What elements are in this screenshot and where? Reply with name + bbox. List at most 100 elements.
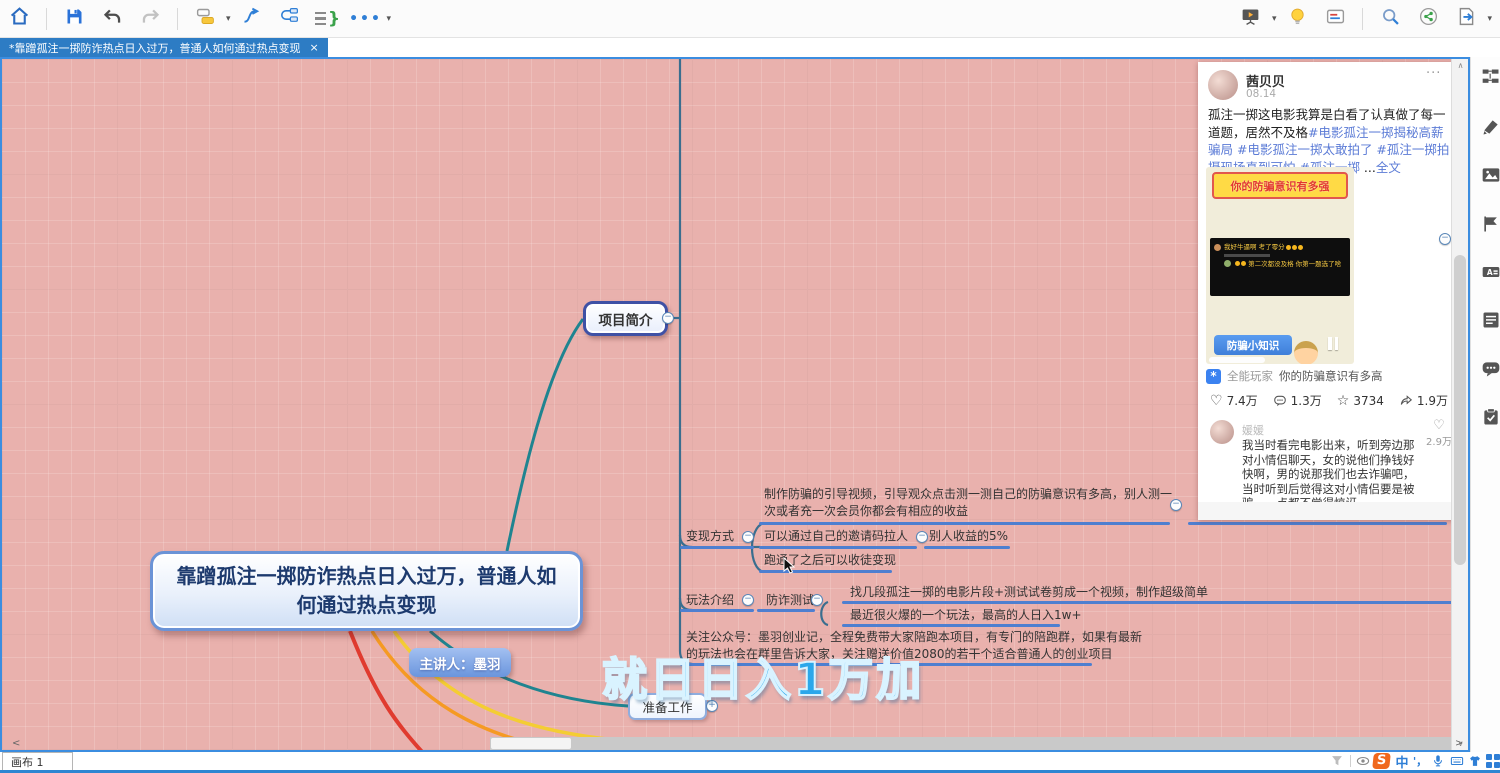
top-toolbar: ▾ } ••• ▾ ▾ ▾	[0, 0, 1500, 38]
undo-icon	[102, 6, 123, 31]
mindmap-canvas[interactable]: 项目简介 − 靠蹭孤注一掷防诈热点日入过万，普通人如何通过热点变现 主讲人：墨羽…	[0, 57, 1470, 752]
keyboard-icon	[1450, 754, 1464, 768]
topic-monetization-child-2[interactable]: 可以通过自己的邀请码拉人	[764, 528, 908, 544]
video-banner: 你的防骗意识有多强	[1212, 172, 1348, 199]
comments-stat: 1.3万	[1273, 392, 1322, 409]
mini-avatar	[1214, 244, 1221, 251]
toolbar-right-group: ▾ ▾	[1232, 4, 1494, 34]
presentation-dropdown-caret[interactable]: ▾	[1272, 14, 1277, 24]
collapse-button-post-panel[interactable]: −	[1439, 233, 1451, 245]
vertical-scrollbar-thumb[interactable]	[1454, 255, 1466, 565]
filter-icon	[1330, 754, 1344, 768]
scroll-right-arrow[interactable]: >	[1455, 738, 1463, 749]
more-dropdown-caret[interactable]: ▾	[387, 14, 392, 24]
collapse-button-monetization-child-1[interactable]: −	[1170, 499, 1182, 511]
search-icon	[1380, 6, 1401, 31]
ime-punct-button[interactable]: '，	[1411, 753, 1429, 769]
collapse-button-gameplay[interactable]: −	[742, 594, 754, 606]
new-topic-button[interactable]	[190, 4, 220, 34]
central-topic[interactable]: 靠蹭孤注一掷防诈热点日入过万，普通人如何通过热点变现	[150, 551, 583, 631]
comments-button[interactable]	[1481, 359, 1500, 381]
topic-gameplay[interactable]: 玩法介绍	[686, 592, 734, 608]
comment-avatar	[1210, 420, 1234, 444]
ime-mic-button[interactable]	[1429, 753, 1447, 769]
outline-icon	[315, 12, 326, 26]
undo-button[interactable]	[97, 4, 127, 34]
embedded-post-panel[interactable]: 茜贝贝 08.14 ··· 孤注一掷这电影我算是白看了认真做了每一道题，居然不及…	[1198, 62, 1461, 520]
topic-monetization-child-1[interactable]: 制作防骗的引导视频，引导观众点击测一测自己的防骗意识有多高，别人测一次或者充一次…	[764, 486, 1176, 520]
ime-punct-label: '，	[1413, 753, 1427, 769]
topic-monetization[interactable]: 变现方式	[686, 528, 734, 544]
horizontal-scrollbar-thumb[interactable]	[491, 738, 571, 749]
home-button[interactable]	[4, 4, 34, 34]
redo-button[interactable]	[135, 4, 165, 34]
more-icon: •••	[349, 11, 382, 27]
topic-fraud-test[interactable]: 防诈测试	[766, 592, 814, 608]
video-caption-row: * 全能玩家 你的防骗意识有多高	[1206, 368, 1383, 384]
branch-underline	[1188, 522, 1447, 525]
inspiration-button[interactable]	[1282, 4, 1312, 34]
export-dropdown-caret[interactable]: ▾	[1487, 14, 1492, 24]
more-tools-button[interactable]: •••	[351, 4, 381, 34]
collapse-button-project-intro[interactable]: −	[662, 312, 674, 324]
ime-skin-button[interactable]	[1466, 753, 1484, 769]
topic-gameplay-detail-2[interactable]: 最近很火爆的一个玩法，最高的人日入1w+	[850, 607, 1082, 623]
topic-project-intro[interactable]: 项目简介	[583, 301, 668, 336]
notes-panel-button[interactable]	[1320, 4, 1350, 34]
flag-button[interactable]	[1481, 214, 1500, 236]
structure-button[interactable]	[1481, 67, 1500, 89]
ime-apps-button[interactable]	[1484, 753, 1500, 769]
share-button[interactable]	[1413, 4, 1443, 34]
branch-underline	[759, 546, 917, 549]
post-body-ellipsis: ...	[1360, 160, 1376, 175]
topic-invite-benefit[interactable]: 别人收益的5%	[929, 528, 1008, 544]
branch-underline	[680, 609, 754, 612]
video-bottom-banner: 防骗小知识	[1214, 335, 1292, 355]
ime-lang-button[interactable]: 中	[1393, 753, 1411, 769]
shares-stat: 1.9万	[1399, 392, 1448, 409]
collapse-button-monetization[interactable]: −	[742, 531, 754, 543]
horizontal-scrollbar[interactable]	[490, 737, 1451, 750]
post-body: 孤注一掷这电影我算是白看了认真做了每一道题，居然不及格#电影孤注一掷揭秘高薪骗局…	[1208, 106, 1452, 176]
export-button[interactable]	[1451, 4, 1481, 34]
notes-button[interactable]	[1481, 310, 1500, 332]
outline-button[interactable]: }	[313, 4, 343, 34]
branch-underline	[680, 546, 754, 549]
tab-close-icon[interactable]: ×	[310, 41, 319, 54]
star-icon: ☆	[1337, 393, 1350, 409]
scroll-up-arrow[interactable]: ∧	[1452, 61, 1469, 70]
image-button[interactable]	[1481, 165, 1500, 187]
ime-keyboard-button[interactable]	[1448, 753, 1466, 769]
bottom-bar: 画布 1 S 中 '，	[0, 752, 1500, 770]
new-topic-dropdown-caret[interactable]: ▾	[226, 14, 231, 24]
scroll-left-arrow[interactable]: <	[12, 738, 20, 749]
mouse-cursor	[783, 557, 798, 575]
sogou-s-icon: S	[1372, 753, 1391, 769]
collapse-button-fraud-test[interactable]: −	[811, 594, 823, 606]
presentation-button[interactable]	[1236, 4, 1266, 34]
document-tab[interactable]: *靠蹭孤注一掷防诈热点日入过万，普通人如何通过热点变现 ×	[0, 38, 328, 57]
relationship-button[interactable]	[237, 4, 267, 34]
topic-gameplay-detail-1[interactable]: 找几段孤注一掷的电影片段+测试试卷剪成一个视频，制作超级简单	[850, 584, 1208, 600]
insert-node-button[interactable]	[275, 4, 305, 34]
emoji-dot	[1235, 261, 1240, 266]
sogou-button[interactable]: S	[1372, 753, 1390, 769]
favorites-count: 3734	[1353, 394, 1384, 408]
save-button[interactable]	[59, 4, 89, 34]
structure-icon	[1481, 67, 1500, 87]
watermark-sticker[interactable]: 就日日入1万加	[602, 643, 924, 708]
micro-text-bar	[1224, 254, 1270, 257]
sheet-tab[interactable]: 画布 1	[2, 752, 73, 770]
sticker-button[interactable]: A	[1481, 262, 1500, 284]
filter-button[interactable]	[1328, 753, 1346, 769]
collapse-button-monetization-child-2[interactable]: −	[916, 531, 928, 543]
toolbar-divider	[46, 8, 47, 30]
search-button[interactable]	[1375, 4, 1405, 34]
comment-text: 我当时看完电影出来，听到旁边那对小情侣聊天，女的说他们挣钱好快啊，男的说那我们也…	[1242, 438, 1424, 511]
presenter-badge[interactable]: 主讲人：墨羽	[409, 648, 511, 677]
theme-button[interactable]	[1481, 117, 1500, 139]
ime-eye-button[interactable]	[1354, 753, 1372, 769]
tasks-button[interactable]	[1481, 407, 1500, 429]
vertical-scrollbar[interactable]: ∧ ∨	[1451, 59, 1468, 750]
insert-node-icon	[279, 6, 300, 31]
